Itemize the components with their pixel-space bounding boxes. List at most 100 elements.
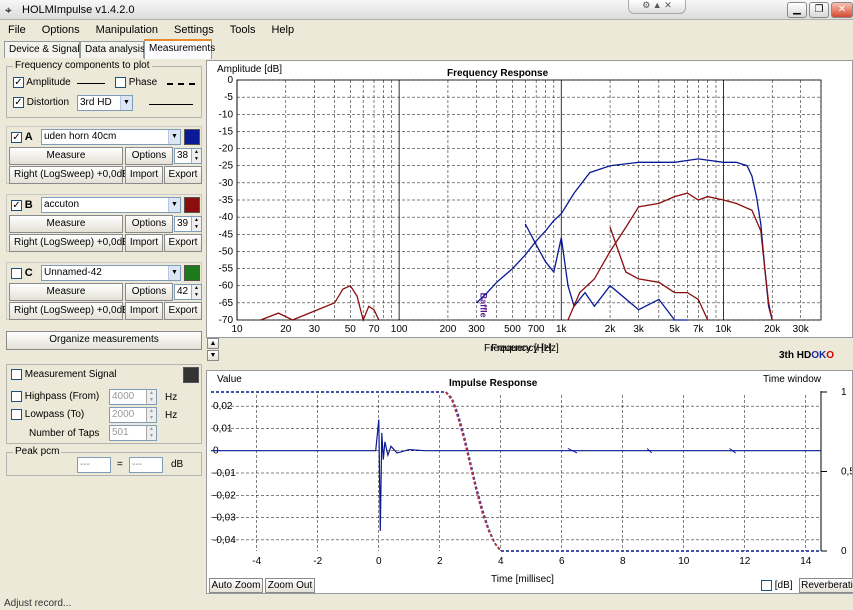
impulse-ytick-label: 0,02: [213, 401, 233, 412]
measurement-name-select[interactable]: accuton ▼: [41, 197, 181, 213]
options-button[interactable]: Options: [125, 283, 173, 301]
menu-manipulation[interactable]: Manipulation: [88, 20, 166, 40]
impulse-right-tick-label: 0: [841, 546, 847, 557]
export-button[interactable]: Export: [164, 302, 202, 320]
freq-xtick-label: 700: [528, 324, 545, 335]
freq-xtick-label: 1k: [556, 324, 568, 335]
lowpass-checkbox[interactable]: [11, 409, 22, 420]
freq-xlabel-text: Frequency [Hz]: [484, 343, 552, 354]
zoom-out-button[interactable]: Zoom Out: [265, 578, 315, 593]
menu-file[interactable]: File: [0, 20, 34, 40]
peak-input-a[interactable]: ---: [77, 457, 111, 473]
impulse-plot[interactable]: -4 -2 0 2 4 6 8 10 12 14 0,02 0,01 0 -0,01 -0,02 -0,03 -…: [207, 371, 852, 593]
freq-ytick-label: -15: [219, 126, 234, 137]
measure-button[interactable]: Measure: [9, 283, 123, 301]
import-button[interactable]: Import: [125, 234, 163, 252]
title-bar: ⌖ HOLMImpulse v1.4.2.0 ⚙ ▲ ✕ ▁ ❐ ✕: [0, 0, 853, 20]
measurement-checkbox[interactable]: [11, 267, 22, 279]
impulse-response-panel: Value Impulse Response Time window -4 -2 0…: [206, 370, 853, 594]
db-toggle: [dB]: [761, 580, 793, 591]
measurement-checkbox[interactable]: ✓: [11, 131, 22, 143]
measurement-number-stepper[interactable]: 42 ▲ ▼: [174, 284, 202, 300]
scroll-down-button[interactable]: ▼: [207, 350, 219, 361]
distortion-select[interactable]: 3rd HD ▼: [77, 95, 133, 111]
menu-settings[interactable]: Settings: [166, 20, 222, 40]
measurement-color-swatch[interactable]: [184, 197, 200, 213]
amplitude-checkbox[interactable]: ✓: [13, 77, 24, 88]
freq-series-line: [524, 223, 688, 321]
reverberation-button[interactable]: Reverberati: [799, 578, 853, 593]
measurement-signal-row: Measurement Signal: [11, 369, 117, 380]
peak-input-b[interactable]: ---: [129, 457, 163, 473]
close-button[interactable]: ✕: [831, 2, 853, 18]
measurement-number-stepper[interactable]: 38 ▲ ▼: [174, 148, 202, 164]
freq-components-group: Frequency components to plot ✓ Amplitude…: [6, 60, 202, 118]
import-button[interactable]: Import: [125, 302, 163, 320]
distortion-status: 3th HDOKO: [779, 350, 835, 361]
signal-color-swatch[interactable]: [183, 367, 199, 383]
menu-tools[interactable]: Tools: [222, 20, 264, 40]
status-bar: Adjust record...: [4, 598, 72, 609]
measurement-signal-label: Measurement Signal: [24, 369, 117, 381]
minimize-button[interactable]: ▁: [787, 2, 807, 18]
freq-xtick-label: 5k: [669, 324, 681, 335]
highpass-input[interactable]: 4000 ▲ ▼: [109, 389, 157, 405]
measurement-number-stepper[interactable]: 39 ▲ ▼: [174, 216, 202, 232]
notify-tab[interactable]: ⚙ ▲ ✕: [628, 0, 686, 14]
phase-row: Phase: [115, 77, 157, 88]
impulse-xtick-label: 6: [559, 556, 565, 567]
export-button[interactable]: Export: [164, 234, 202, 252]
measurement-letter: B: [24, 199, 33, 211]
export-button[interactable]: Export: [164, 166, 202, 184]
auto-zoom-button[interactable]: Auto Zoom: [209, 578, 263, 593]
freq-ytick-label: -5: [224, 92, 233, 103]
menu-help[interactable]: Help: [263, 20, 302, 40]
impulse-ytick-label: 0,01: [213, 423, 233, 434]
measurement-name-select[interactable]: Unnamed-42 ▼: [41, 265, 181, 281]
chevron-down-icon: ▼: [168, 130, 180, 144]
app-icon: ⌖: [5, 3, 12, 17]
freq-ytick-label: -65: [219, 298, 234, 309]
highpass-label: Highpass (From): [24, 391, 100, 403]
tab-device-signal[interactable]: Device & Signal: [4, 41, 80, 58]
options-button[interactable]: Options: [125, 215, 173, 233]
chevron-down-icon: ▼: [168, 266, 180, 280]
measurement-checkbox[interactable]: ✓: [11, 199, 22, 211]
impulse-xtick-label: 14: [800, 556, 812, 567]
measure-button[interactable]: Measure: [9, 215, 123, 233]
taps-input[interactable]: 501 ▲ ▼: [109, 425, 157, 441]
menu-options[interactable]: Options: [34, 20, 88, 40]
freq-ytick-label: -35: [219, 195, 234, 206]
tab-measurements[interactable]: Measurements: [144, 39, 215, 59]
freq-ytick-label: -25: [219, 161, 234, 172]
freq-ytick-label: -20: [219, 144, 234, 155]
measurement-signal-checkbox[interactable]: [11, 369, 22, 380]
freq-ytick-label: -50: [219, 246, 234, 257]
impulse-right-tick-label: 1: [841, 387, 847, 398]
impulse-series-line: [211, 419, 821, 531]
measure-button[interactable]: Measure: [9, 147, 123, 165]
freq-ytick-label: -60: [219, 281, 234, 292]
db-checkbox[interactable]: [761, 580, 772, 591]
amplitude-label: Amplitude: [26, 77, 71, 89]
impulse-xtick-label: 2: [437, 556, 443, 567]
measurement-color-swatch[interactable]: [184, 129, 200, 145]
phase-checkbox[interactable]: [115, 77, 126, 88]
maximize-button[interactable]: ❐: [809, 2, 829, 18]
organize-measurements-button[interactable]: Organize measurements: [6, 331, 202, 350]
import-button[interactable]: Import: [125, 166, 163, 184]
distortion-checkbox[interactable]: ✓: [13, 97, 24, 108]
freq-plot[interactable]: 0-5-10-15-20-25-30-35-40-45-50-55-60-65-…: [207, 61, 852, 337]
measurement-name-select[interactable]: uden horn 40cm ▼: [41, 129, 181, 145]
measurement-color-swatch[interactable]: [184, 265, 200, 281]
freq-xtick-label: 20k: [764, 324, 781, 335]
freq-xtick-label: 50: [345, 324, 357, 335]
lowpass-input[interactable]: 2000 ▲ ▼: [109, 407, 157, 423]
measurement-info: Right (LogSweep) +0,0dB: [9, 166, 129, 184]
options-button[interactable]: Options: [125, 147, 173, 165]
impulse-series-line: [211, 391, 821, 552]
freq-xtick-label: 30: [309, 324, 321, 335]
tab-data-analysis[interactable]: Data analysis: [80, 41, 145, 58]
highpass-checkbox[interactable]: [11, 391, 22, 402]
scroll-up-button[interactable]: ▲: [207, 338, 219, 349]
